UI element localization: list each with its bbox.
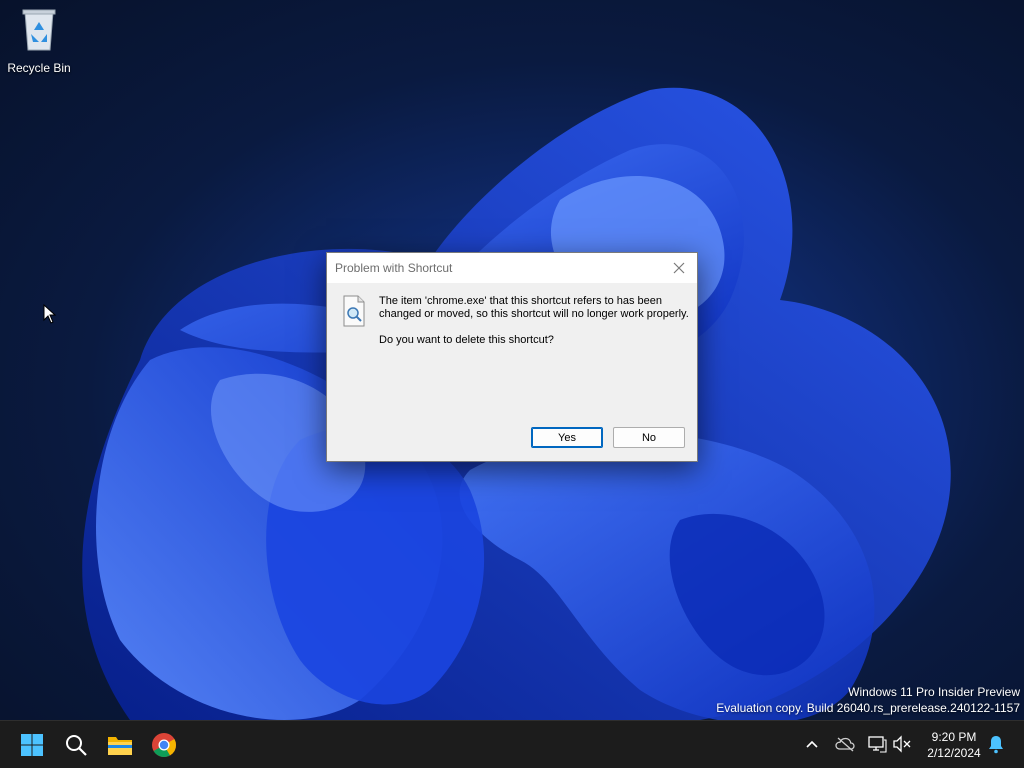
search-icon xyxy=(66,735,87,756)
no-button[interactable]: No xyxy=(613,427,685,448)
notification-bell-icon xyxy=(989,736,1003,754)
search-button[interactable] xyxy=(56,725,96,765)
chrome-icon xyxy=(152,733,176,758)
recycle-bin-icon xyxy=(22,9,56,51)
desktop-icon-recycle-bin[interactable]: Recycle Bin xyxy=(4,6,74,78)
watermark-build: Evaluation copy. Build 26040.rs_prerelea… xyxy=(716,701,1020,715)
windows-start-icon xyxy=(21,734,43,756)
evaluation-watermark: Windows 11 Pro Insider Preview Evaluatio… xyxy=(716,684,1020,716)
speaker-muted-icon xyxy=(893,735,911,753)
volume-tray-button[interactable] xyxy=(891,733,913,755)
folder-icon xyxy=(108,737,132,755)
dialog-question-text: Do you want to delete this shortcut? xyxy=(379,334,554,346)
network-icon xyxy=(868,736,887,753)
chevron-up-icon xyxy=(806,740,818,748)
dialog-title: Problem with Shortcut xyxy=(335,261,453,275)
desktop-icon-label: Recycle Bin xyxy=(7,61,71,75)
network-tray-button[interactable] xyxy=(866,733,888,755)
clock-time: 9:20 PM xyxy=(931,730,977,744)
dialog-titlebar[interactable]: Problem with Shortcut xyxy=(327,253,697,283)
notifications-button[interactable] xyxy=(985,733,1007,755)
dialog-close-button[interactable] xyxy=(665,255,693,281)
mouse-cursor-icon xyxy=(43,304,57,324)
shortcut-search-icon xyxy=(343,295,365,327)
clock-date: 2/12/2024 xyxy=(927,746,981,760)
close-icon xyxy=(673,262,685,274)
file-explorer-button[interactable] xyxy=(100,725,140,765)
taskbar: 9:20 PM 2/12/2024 xyxy=(0,720,1024,768)
onedrive-tray-button[interactable] xyxy=(834,733,856,755)
dialog-message-text: The item 'chrome.exe' that this shortcut… xyxy=(379,295,689,320)
dialog-body: The item 'chrome.exe' that this shortcut… xyxy=(327,283,697,461)
problem-with-shortcut-dialog: Problem with Shortcut The item 'chrome.e… xyxy=(326,252,698,462)
yes-button[interactable]: Yes xyxy=(531,427,603,448)
chrome-button[interactable] xyxy=(144,725,184,765)
taskbar-clock[interactable]: 9:20 PM 2/12/2024 xyxy=(918,729,990,761)
watermark-edition: Windows 11 Pro Insider Preview xyxy=(848,685,1020,699)
dialog-message: The item 'chrome.exe' that this shortcut… xyxy=(379,295,691,360)
start-button[interactable] xyxy=(12,725,52,765)
show-hidden-icons-button[interactable] xyxy=(801,733,823,755)
cloud-offline-icon xyxy=(835,737,855,752)
